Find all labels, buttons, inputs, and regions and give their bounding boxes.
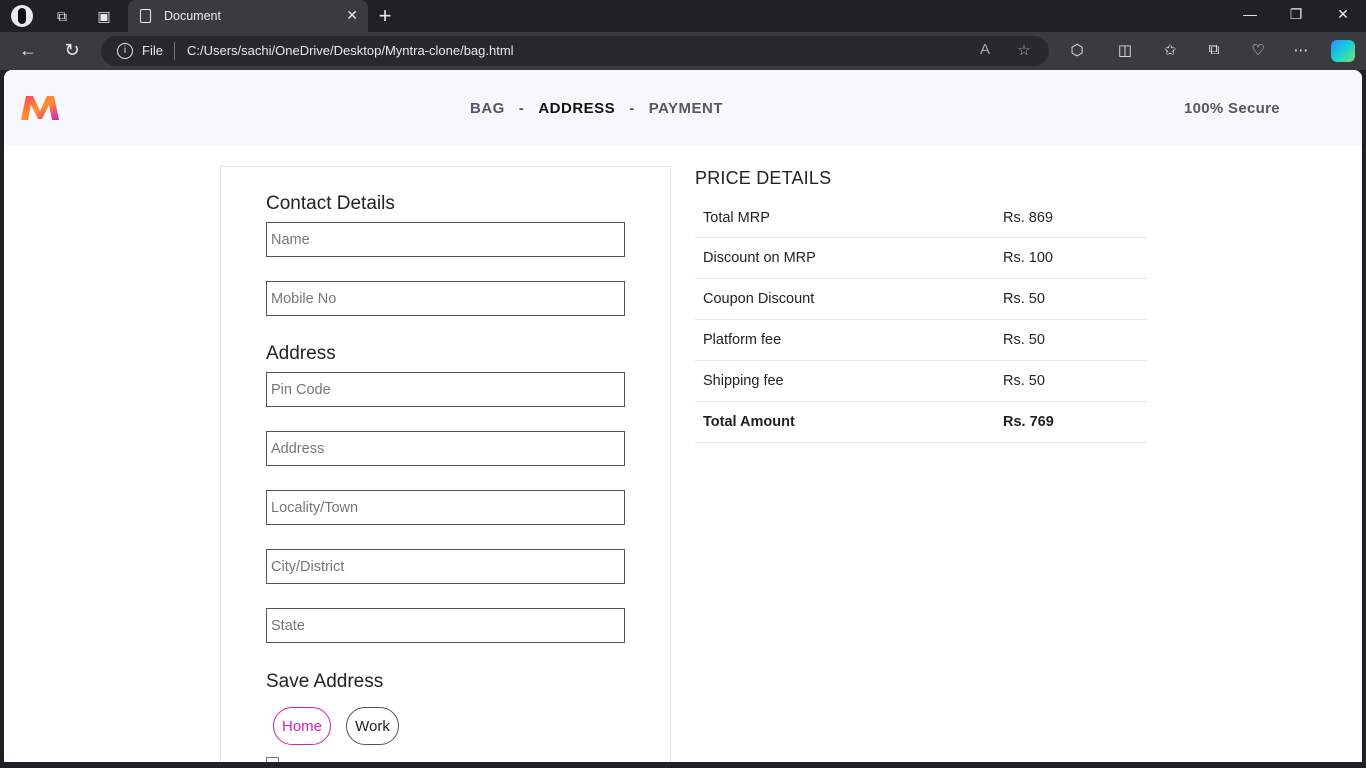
price-value: Rs. 869 <box>1003 210 1053 226</box>
collections-icon[interactable]: ⧉ <box>1203 41 1225 58</box>
price-details: PRICE DETAILS Total MRP Rs. 869 Discount… <box>695 168 1147 443</box>
total-amount-label: Total Amount <box>703 414 795 430</box>
contact-details-title: Contact Details <box>266 193 395 214</box>
step-bag[interactable]: BAG <box>470 100 505 117</box>
price-value: Rs. 50 <box>1003 291 1045 307</box>
myntra-logo-icon[interactable] <box>20 94 60 122</box>
divider <box>174 42 175 60</box>
step-address[interactable]: ADDRESS <box>538 100 615 117</box>
price-row: Shipping fee Rs. 50 <box>695 361 1147 402</box>
close-window-icon[interactable]: ✕ <box>1331 6 1355 23</box>
price-value: Rs. 100 <box>1003 250 1053 266</box>
price-value: Rs. 50 <box>1003 373 1045 389</box>
mobile-input[interactable] <box>266 281 625 316</box>
price-row: Total MRP Rs. 869 <box>695 202 1147 238</box>
price-row: Coupon Discount Rs. 50 <box>695 279 1147 320</box>
total-amount-row: Total Amount Rs. 769 <box>695 402 1147 443</box>
site-header: BAG - ADDRESS - PAYMENT 100% Secure <box>4 70 1362 146</box>
url-text[interactable]: C:/Users/sachi/OneDrive/Desktop/Myntra-c… <box>187 43 514 58</box>
price-label: Total MRP <box>703 210 770 226</box>
price-label: Shipping fee <box>703 373 784 389</box>
home-address-button[interactable]: Home <box>273 707 331 745</box>
name-input[interactable] <box>266 222 625 257</box>
refresh-icon[interactable]: ↻ <box>60 40 84 61</box>
city-input[interactable] <box>266 549 625 584</box>
tab-title: Document <box>164 9 221 23</box>
minimize-icon[interactable]: — <box>1238 6 1262 22</box>
favorites-icon[interactable]: ✩ <box>1159 41 1181 59</box>
price-label: Coupon Discount <box>703 291 815 307</box>
step-separator: - <box>518 100 525 117</box>
price-details-title: PRICE DETAILS <box>695 168 832 188</box>
extensions-icon[interactable]: ⬡ <box>1066 41 1088 59</box>
tab-actions-icon[interactable]: ▣ <box>93 5 115 27</box>
browser-tab[interactable]: Document ✕ <box>128 0 368 32</box>
browser-toolbar: ← ↻ i File C:/Users/sachi/OneDrive/Deskt… <box>0 32 1366 70</box>
browser-tab-bar: ⧉ ▣ Document ✕ + — ❐ ✕ <box>0 0 1366 32</box>
price-label: Discount on MRP <box>703 250 816 266</box>
state-input[interactable] <box>266 608 625 643</box>
step-separator: - <box>629 100 635 117</box>
file-label: File <box>142 43 163 58</box>
close-tab-icon[interactable]: ✕ <box>346 7 358 24</box>
price-label: Platform fee <box>703 332 782 348</box>
save-address-title: Save Address <box>266 671 384 692</box>
locality-input[interactable] <box>266 490 625 525</box>
info-icon[interactable]: i <box>117 43 133 59</box>
favorite-star-icon[interactable]: ☆ <box>1014 41 1034 59</box>
profile-avatar-icon[interactable] <box>11 5 33 27</box>
back-icon[interactable]: ← <box>16 40 40 61</box>
copilot-icon[interactable] <box>1331 40 1355 62</box>
restore-icon[interactable]: ❐ <box>1284 6 1308 23</box>
page-viewport: BAG - ADDRESS - PAYMENT 100% Secure Contact … <box>4 70 1362 762</box>
document-icon <box>140 9 151 23</box>
price-row: Platform fee Rs. 50 <box>695 320 1147 361</box>
split-screen-icon[interactable]: ◫ <box>1114 41 1136 59</box>
workspaces-icon[interactable]: ⧉ <box>51 5 73 27</box>
address-input[interactable] <box>266 431 625 466</box>
browser-essentials-icon[interactable]: ♡ <box>1247 41 1269 59</box>
pincode-input[interactable] <box>266 372 625 407</box>
new-tab-icon[interactable]: + <box>374 3 396 28</box>
price-value: Rs. 50 <box>1003 332 1045 348</box>
checkout-steps: BAG - ADDRESS - PAYMENT <box>470 100 723 117</box>
address-title: Address <box>266 343 336 364</box>
address-bar[interactable]: i File C:/Users/sachi/OneDrive/Desktop/M… <box>101 36 1049 66</box>
work-address-button[interactable]: Work <box>346 707 399 745</box>
secure-label: 100% Secure <box>1184 100 1280 117</box>
read-aloud-icon[interactable]: A <box>975 41 995 58</box>
more-menu-icon[interactable]: ⋯ <box>1290 41 1312 59</box>
default-address-checkbox[interactable] <box>266 757 279 762</box>
step-payment[interactable]: PAYMENT <box>649 100 723 117</box>
address-form: Contact Details Address Save Address Hom… <box>220 166 671 762</box>
price-row: Discount on MRP Rs. 100 <box>695 238 1147 279</box>
total-amount-value: Rs. 769 <box>1003 414 1054 430</box>
